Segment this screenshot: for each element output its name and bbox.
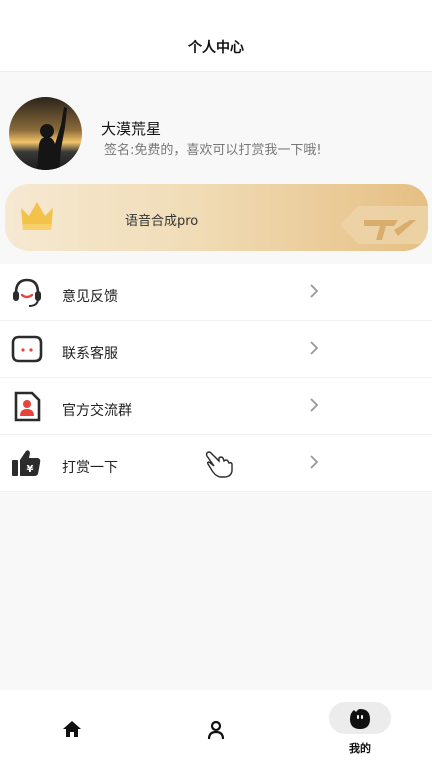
menu-item-customer-service[interactable]: 联系客服 xyxy=(0,321,432,378)
home-icon xyxy=(62,720,82,742)
svg-text:¥: ¥ xyxy=(27,464,34,475)
bottom-tab-bar: 我的 xyxy=(0,690,432,768)
avatar-image xyxy=(9,97,82,170)
avatar[interactable] xyxy=(9,97,82,170)
pointing-hand-icon xyxy=(204,449,234,483)
headset-icon xyxy=(11,276,43,308)
chevron-right-icon xyxy=(308,397,320,417)
contact-card-icon xyxy=(11,390,43,422)
mine-face-icon xyxy=(348,707,372,735)
chevron-right-icon xyxy=(308,454,320,474)
chevron-right-icon xyxy=(308,283,320,303)
menu-item-label: 联系客服 xyxy=(62,346,118,362)
menu-list: 意见反馈 联系客服 官方交流群 ¥ 打赏一下 xyxy=(0,264,432,492)
menu-item-feedback[interactable]: 意见反馈 xyxy=(0,264,432,321)
header-bar: 个人中心 xyxy=(0,0,432,72)
pro-banner-label: 语音合成pro xyxy=(125,214,199,229)
menu-item-label: 官方交流群 xyxy=(62,403,132,419)
menu-item-label: 打赏一下 xyxy=(62,460,118,476)
profile-section: 大漠荒星 签名:免费的，喜欢可以打赏我一下哦! xyxy=(0,73,432,183)
tab-label: 我的 xyxy=(349,742,371,755)
menu-item-tip[interactable]: ¥ 打赏一下 xyxy=(0,435,432,492)
pro-banner[interactable]: 语音合成pro xyxy=(5,184,428,251)
signature-text: 签名:免费的，喜欢可以打赏我一下哦! xyxy=(104,143,322,158)
tab-user[interactable] xyxy=(144,690,288,768)
page-title: 个人中心 xyxy=(188,40,244,56)
thumbs-up-yuan-icon: ¥ xyxy=(11,447,43,479)
chat-bubble-icon xyxy=(11,333,43,365)
pro-decoration-icon xyxy=(338,202,428,251)
user-icon xyxy=(206,720,226,744)
tab-home[interactable] xyxy=(0,690,144,768)
tab-mine[interactable]: 我的 xyxy=(288,690,432,768)
menu-item-label: 意见反馈 xyxy=(62,289,118,305)
username: 大漠荒星 xyxy=(101,120,162,138)
chevron-right-icon xyxy=(308,340,320,360)
crown-icon xyxy=(17,198,57,238)
menu-item-official-group[interactable]: 官方交流群 xyxy=(0,378,432,435)
